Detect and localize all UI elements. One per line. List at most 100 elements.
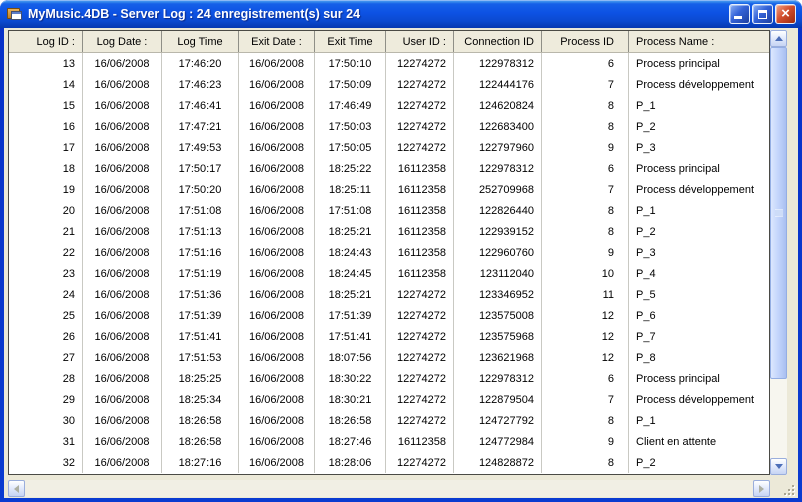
scroll-left-button[interactable] xyxy=(8,480,25,497)
cell-user_id: 12274272 xyxy=(386,410,454,431)
window-controls: × xyxy=(729,4,796,24)
cell-log_date: 16/06/2008 xyxy=(83,263,162,284)
cell-log_id: 28 xyxy=(9,368,83,389)
table-row[interactable]: 31 16/06/2008 18:26:58 16/06/2008 18:27:46 16… xyxy=(9,431,769,452)
column-header-log_date[interactable]: Log Date : xyxy=(83,31,162,52)
cell-log_id: 18 xyxy=(9,158,83,179)
cell-user_id: 12274272 xyxy=(386,95,454,116)
table-row[interactable]: 16 16/06/2008 17:47:21 16/06/2008 17:50:03 12… xyxy=(9,116,769,137)
table-row[interactable]: 19 16/06/2008 17:50:20 16/06/2008 18:25:11 16… xyxy=(9,179,769,200)
cell-process_id: 12 xyxy=(542,326,629,347)
cell-connection_id: 123575008 xyxy=(454,305,542,326)
cell-process_name: P_3 xyxy=(636,141,656,154)
scroll-up-button[interactable] xyxy=(770,30,787,47)
table-row[interactable]: 17 16/06/2008 17:49:53 16/06/2008 17:50:05 12… xyxy=(9,137,769,158)
vertical-scrollbar[interactable] xyxy=(770,30,787,475)
cell-process_id: 8 xyxy=(542,221,629,242)
cell-process_name: P_2 xyxy=(636,120,656,133)
table-header: Log ID : Log Date : Log Time Exit Date : Exi… xyxy=(9,31,769,53)
cell-log_id: 23 xyxy=(9,263,83,284)
cell-exit_date: 16/06/2008 xyxy=(239,410,315,431)
table-row[interactable]: 27 16/06/2008 17:51:53 16/06/2008 18:07:56 12… xyxy=(9,347,769,368)
cell-user_id: 12274272 xyxy=(386,389,454,410)
resize-grip[interactable] xyxy=(780,481,795,496)
table-row[interactable]: 15 16/06/2008 17:46:41 16/06/2008 17:46:49 12… xyxy=(9,95,769,116)
cell-exit_date: 16/06/2008 xyxy=(239,74,315,95)
minimize-button[interactable] xyxy=(729,4,750,24)
scroll-down-button[interactable] xyxy=(770,458,787,475)
cell-connection_id: 122978312 xyxy=(454,158,542,179)
cell-exit_date: 16/06/2008 xyxy=(239,95,315,116)
table-body: 13 16/06/2008 17:46:20 16/06/2008 17:50:10 12… xyxy=(9,53,769,474)
cell-log_time: 18:26:58 xyxy=(162,431,239,452)
cell-user_id: 16112358 xyxy=(386,263,454,284)
cell-connection_id: 122939152 xyxy=(454,221,542,242)
table-row[interactable]: 32 16/06/2008 18:27:16 16/06/2008 18:28:06 12… xyxy=(9,452,769,473)
cell-exit_date: 16/06/2008 xyxy=(239,326,315,347)
cell-process_id: 8 xyxy=(542,200,629,221)
cell-exit_date: 16/06/2008 xyxy=(239,347,315,368)
cell-user_id: 16112358 xyxy=(386,200,454,221)
cell-process_id: 8 xyxy=(542,116,629,137)
table-row[interactable]: 25 16/06/2008 17:51:39 16/06/2008 17:51:39 12… xyxy=(9,305,769,326)
table-row[interactable]: 26 16/06/2008 17:51:41 16/06/2008 17:51:41 12… xyxy=(9,326,769,347)
cell-log_time: 18:26:58 xyxy=(162,410,239,431)
vertical-scroll-track[interactable] xyxy=(770,47,787,458)
table-row[interactable]: 20 16/06/2008 17:51:08 16/06/2008 17:51:08 16… xyxy=(9,200,769,221)
cell-log_time: 18:25:25 xyxy=(162,368,239,389)
column-header-exit_time[interactable]: Exit Time xyxy=(315,31,386,52)
column-header-connection_id[interactable]: Connection ID xyxy=(454,31,542,52)
table-row[interactable]: 13 16/06/2008 17:46:20 16/06/2008 17:50:10 12… xyxy=(9,53,769,74)
table-row[interactable]: 30 16/06/2008 18:26:58 16/06/2008 18:26:58 12… xyxy=(9,410,769,431)
app-icon[interactable] xyxy=(7,6,23,22)
cell-process_name: P_1 xyxy=(636,414,656,427)
table-row[interactable]: 21 16/06/2008 17:51:13 16/06/2008 18:25:21 16… xyxy=(9,221,769,242)
cell-process_id: 7 xyxy=(542,179,629,200)
cell-log_date: 16/06/2008 xyxy=(83,74,162,95)
cell-process_name: P_2 xyxy=(636,225,656,238)
cell-log_id: 17 xyxy=(9,137,83,158)
table-row[interactable]: 24 16/06/2008 17:51:36 16/06/2008 18:25:21 12… xyxy=(9,284,769,305)
cell-log_time: 17:49:53 xyxy=(162,137,239,158)
cell-log_id: 20 xyxy=(9,200,83,221)
arrow-up-icon xyxy=(774,36,783,41)
table-row[interactable]: 29 16/06/2008 18:25:34 16/06/2008 18:30:21 12… xyxy=(9,389,769,410)
scroll-right-button[interactable] xyxy=(753,480,770,497)
cell-log_time: 17:50:17 xyxy=(162,158,239,179)
cell-exit_time: 18:24:43 xyxy=(315,242,386,263)
cell-log_time: 17:51:19 xyxy=(162,263,239,284)
column-header-exit_date[interactable]: Exit Date : xyxy=(239,31,315,52)
table-row[interactable]: 28 16/06/2008 18:25:25 16/06/2008 18:30:22 12… xyxy=(9,368,769,389)
cell-log_id: 22 xyxy=(9,242,83,263)
column-header-process_id[interactable]: Process ID xyxy=(542,31,629,52)
cell-process_name: Process principal xyxy=(636,162,720,175)
cell-user_id: 12274272 xyxy=(386,137,454,158)
cell-exit_date: 16/06/2008 xyxy=(239,431,315,452)
cell-log_id: 24 xyxy=(9,284,83,305)
cell-exit_time: 18:27:46 xyxy=(315,431,386,452)
close-button[interactable]: × xyxy=(775,4,796,24)
cell-connection_id: 123112040 xyxy=(454,263,542,284)
horizontal-scrollbar[interactable] xyxy=(8,480,770,497)
cell-exit_time: 18:25:21 xyxy=(315,284,386,305)
column-header-log_time[interactable]: Log Time xyxy=(162,31,239,52)
column-header-process_name[interactable]: Process Name : xyxy=(629,31,769,52)
table-row[interactable]: 23 16/06/2008 17:51:19 16/06/2008 18:24:45 16… xyxy=(9,263,769,284)
column-header-log_id[interactable]: Log ID : xyxy=(9,31,83,52)
vertical-scroll-thumb[interactable] xyxy=(770,47,787,379)
table-row[interactable]: 18 16/06/2008 17:50:17 16/06/2008 18:25:22 16… xyxy=(9,158,769,179)
cell-process_id: 11 xyxy=(542,284,629,305)
column-header-user_id[interactable]: User ID : xyxy=(386,31,454,52)
table-row[interactable]: 22 16/06/2008 17:51:16 16/06/2008 18:24:43 16… xyxy=(9,242,769,263)
horizontal-scroll-track[interactable] xyxy=(25,480,753,497)
cell-log_date: 16/06/2008 xyxy=(83,431,162,452)
cell-exit_date: 16/06/2008 xyxy=(239,305,315,326)
cell-connection_id: 122683400 xyxy=(454,116,542,137)
cell-exit_date: 16/06/2008 xyxy=(239,389,315,410)
cell-exit_time: 18:25:11 xyxy=(315,179,386,200)
title-bar[interactable]: MyMusic.4DB - Server Log : 24 enregistre… xyxy=(0,0,802,28)
table-row[interactable]: 14 16/06/2008 17:46:23 16/06/2008 17:50:09 12… xyxy=(9,74,769,95)
cell-log_time: 18:25:34 xyxy=(162,389,239,410)
maximize-button[interactable] xyxy=(752,4,773,24)
cell-process_name: Client en attente xyxy=(636,435,717,448)
